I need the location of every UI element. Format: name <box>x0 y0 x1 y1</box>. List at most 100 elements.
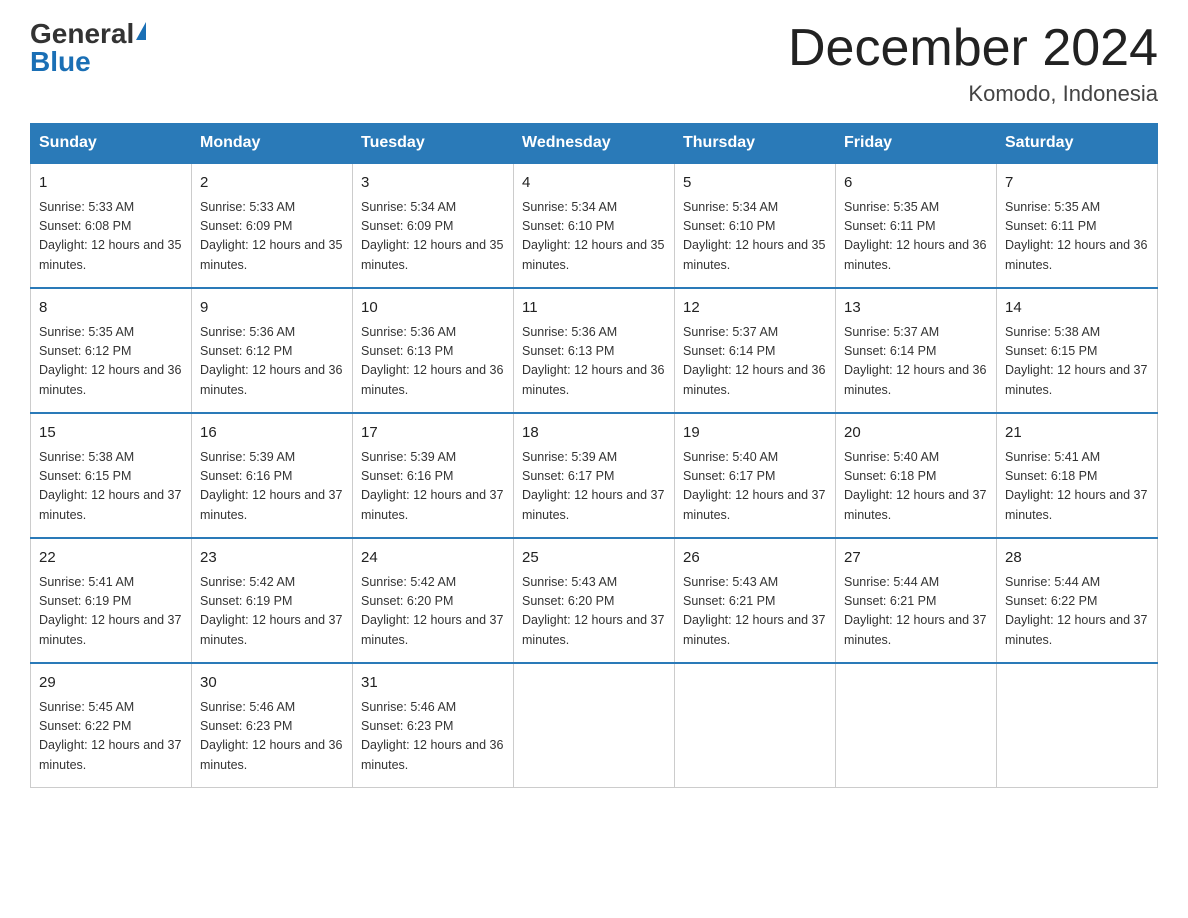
calendar-cell: 3 Sunrise: 5:34 AMSunset: 6:09 PMDaylight… <box>353 163 514 288</box>
calendar-cell: 15Sunrise: 5:38 AMSunset: 6:15 PMDayligh… <box>31 413 192 538</box>
calendar-cell: 4 Sunrise: 5:34 AMSunset: 6:10 PMDaylight… <box>514 163 675 288</box>
calendar-cell: 24 Sunrise: 5:42 AMSunset: 6:20 PMDayligh… <box>353 538 514 663</box>
week-row-5: 29Sunrise: 5:45 AMSunset: 6:22 PMDayligh… <box>31 663 1158 788</box>
month-title: December 2024 <box>788 20 1158 77</box>
day-number: 19 <box>683 422 827 445</box>
calendar-cell: 16 Sunrise: 5:39 AMSunset: 6:16 PMDayligh… <box>192 413 353 538</box>
calendar-cell: 20Sunrise: 5:40 AMSunset: 6:18 PMDayligh… <box>836 413 997 538</box>
calendar-cell <box>836 663 997 788</box>
logo-blue-text: Blue <box>30 48 91 76</box>
calendar-cell: 29Sunrise: 5:45 AMSunset: 6:22 PMDayligh… <box>31 663 192 788</box>
calendar-cell: 6 Sunrise: 5:35 AMSunset: 6:11 PMDaylight… <box>836 163 997 288</box>
day-number: 10 <box>361 297 505 320</box>
day-info: Sunrise: 5:41 AMSunset: 6:19 PMDaylight:… <box>39 573 183 651</box>
location-label: Komodo, Indonesia <box>788 81 1158 107</box>
day-number: 17 <box>361 422 505 445</box>
calendar-cell <box>675 663 836 788</box>
day-info: Sunrise: 5:34 AMSunset: 6:10 PMDaylight:… <box>522 198 666 276</box>
calendar-cell: 25 Sunrise: 5:43 AMSunset: 6:20 PMDayligh… <box>514 538 675 663</box>
day-info: Sunrise: 5:43 AMSunset: 6:21 PMDaylight:… <box>683 573 827 651</box>
calendar-cell: 30 Sunrise: 5:46 AMSunset: 6:23 PMDayligh… <box>192 663 353 788</box>
logo: General Blue <box>30 20 146 76</box>
day-number: 26 <box>683 547 827 570</box>
calendar-cell: 27Sunrise: 5:44 AMSunset: 6:21 PMDayligh… <box>836 538 997 663</box>
day-info: Sunrise: 5:34 AMSunset: 6:09 PMDaylight:… <box>361 198 505 276</box>
day-number: 2 <box>200 172 344 195</box>
day-info: Sunrise: 5:42 AMSunset: 6:20 PMDaylight:… <box>361 573 505 651</box>
calendar-cell: 26 Sunrise: 5:43 AMSunset: 6:21 PMDayligh… <box>675 538 836 663</box>
day-info: Sunrise: 5:45 AMSunset: 6:22 PMDaylight:… <box>39 698 183 776</box>
day-number: 21 <box>1005 422 1149 445</box>
day-number: 15 <box>39 422 183 445</box>
day-info: Sunrise: 5:40 AMSunset: 6:17 PMDaylight:… <box>683 448 827 526</box>
day-info: Sunrise: 5:34 AMSunset: 6:10 PMDaylight:… <box>683 198 827 276</box>
page-header: General Blue December 2024 Komodo, Indon… <box>30 20 1158 107</box>
calendar-cell: 19 Sunrise: 5:40 AMSunset: 6:17 PMDayligh… <box>675 413 836 538</box>
day-info: Sunrise: 5:37 AMSunset: 6:14 PMDaylight:… <box>844 323 988 401</box>
calendar-cell: 8 Sunrise: 5:35 AMSunset: 6:12 PMDaylight… <box>31 288 192 413</box>
day-info: Sunrise: 5:39 AMSunset: 6:16 PMDaylight:… <box>200 448 344 526</box>
header-row: SundayMondayTuesdayWednesdayThursdayFrid… <box>31 124 1158 164</box>
calendar-cell: 23Sunrise: 5:42 AMSunset: 6:19 PMDayligh… <box>192 538 353 663</box>
day-info: Sunrise: 5:41 AMSunset: 6:18 PMDaylight:… <box>1005 448 1149 526</box>
title-area: December 2024 Komodo, Indonesia <box>788 20 1158 107</box>
day-info: Sunrise: 5:35 AMSunset: 6:11 PMDaylight:… <box>844 198 988 276</box>
calendar-cell: 11 Sunrise: 5:36 AMSunset: 6:13 PMDayligh… <box>514 288 675 413</box>
day-number: 22 <box>39 547 183 570</box>
day-info: Sunrise: 5:33 AMSunset: 6:09 PMDaylight:… <box>200 198 344 276</box>
day-info: Sunrise: 5:35 AMSunset: 6:12 PMDaylight:… <box>39 323 183 401</box>
calendar-cell: 21 Sunrise: 5:41 AMSunset: 6:18 PMDayligh… <box>997 413 1158 538</box>
week-row-4: 22 Sunrise: 5:41 AMSunset: 6:19 PMDayligh… <box>31 538 1158 663</box>
calendar-cell <box>997 663 1158 788</box>
day-info: Sunrise: 5:46 AMSunset: 6:23 PMDaylight:… <box>200 698 344 776</box>
day-info: Sunrise: 5:44 AMSunset: 6:22 PMDaylight:… <box>1005 573 1149 651</box>
day-number: 11 <box>522 297 666 320</box>
day-number: 27 <box>844 547 988 570</box>
calendar-cell: 28 Sunrise: 5:44 AMSunset: 6:22 PMDayligh… <box>997 538 1158 663</box>
day-number: 14 <box>1005 297 1149 320</box>
day-number: 30 <box>200 672 344 695</box>
header-day-thursday: Thursday <box>675 124 836 164</box>
day-info: Sunrise: 5:43 AMSunset: 6:20 PMDaylight:… <box>522 573 666 651</box>
day-number: 16 <box>200 422 344 445</box>
day-number: 28 <box>1005 547 1149 570</box>
day-number: 12 <box>683 297 827 320</box>
day-info: Sunrise: 5:35 AMSunset: 6:11 PMDaylight:… <box>1005 198 1149 276</box>
day-info: Sunrise: 5:38 AMSunset: 6:15 PMDaylight:… <box>1005 323 1149 401</box>
day-info: Sunrise: 5:37 AMSunset: 6:14 PMDaylight:… <box>683 323 827 401</box>
day-info: Sunrise: 5:46 AMSunset: 6:23 PMDaylight:… <box>361 698 505 776</box>
day-number: 31 <box>361 672 505 695</box>
day-info: Sunrise: 5:39 AMSunset: 6:17 PMDaylight:… <box>522 448 666 526</box>
day-number: 9 <box>200 297 344 320</box>
day-number: 8 <box>39 297 183 320</box>
header-day-wednesday: Wednesday <box>514 124 675 164</box>
calendar-cell: 13 Sunrise: 5:37 AMSunset: 6:14 PMDayligh… <box>836 288 997 413</box>
day-number: 7 <box>1005 172 1149 195</box>
calendar-cell: 2 Sunrise: 5:33 AMSunset: 6:09 PMDaylight… <box>192 163 353 288</box>
header-day-tuesday: Tuesday <box>353 124 514 164</box>
calendar-cell: 9Sunrise: 5:36 AMSunset: 6:12 PMDaylight… <box>192 288 353 413</box>
header-day-monday: Monday <box>192 124 353 164</box>
day-number: 4 <box>522 172 666 195</box>
logo-general-text: General <box>30 20 134 48</box>
day-number: 6 <box>844 172 988 195</box>
calendar-cell: 1 Sunrise: 5:33 AMSunset: 6:08 PMDaylight… <box>31 163 192 288</box>
calendar-cell: 31 Sunrise: 5:46 AMSunset: 6:23 PMDayligh… <box>353 663 514 788</box>
day-number: 25 <box>522 547 666 570</box>
header-day-friday: Friday <box>836 124 997 164</box>
calendar-cell: 18Sunrise: 5:39 AMSunset: 6:17 PMDayligh… <box>514 413 675 538</box>
calendar-cell: 7 Sunrise: 5:35 AMSunset: 6:11 PMDaylight… <box>997 163 1158 288</box>
day-info: Sunrise: 5:36 AMSunset: 6:13 PMDaylight:… <box>522 323 666 401</box>
day-number: 13 <box>844 297 988 320</box>
logo-triangle-icon <box>136 22 146 40</box>
day-number: 24 <box>361 547 505 570</box>
day-number: 3 <box>361 172 505 195</box>
calendar-table: SundayMondayTuesdayWednesdayThursdayFrid… <box>30 123 1158 788</box>
calendar-cell: 10 Sunrise: 5:36 AMSunset: 6:13 PMDayligh… <box>353 288 514 413</box>
day-info: Sunrise: 5:36 AMSunset: 6:13 PMDaylight:… <box>361 323 505 401</box>
day-info: Sunrise: 5:39 AMSunset: 6:16 PMDaylight:… <box>361 448 505 526</box>
calendar-cell <box>514 663 675 788</box>
day-number: 1 <box>39 172 183 195</box>
day-info: Sunrise: 5:42 AMSunset: 6:19 PMDaylight:… <box>200 573 344 651</box>
day-info: Sunrise: 5:33 AMSunset: 6:08 PMDaylight:… <box>39 198 183 276</box>
